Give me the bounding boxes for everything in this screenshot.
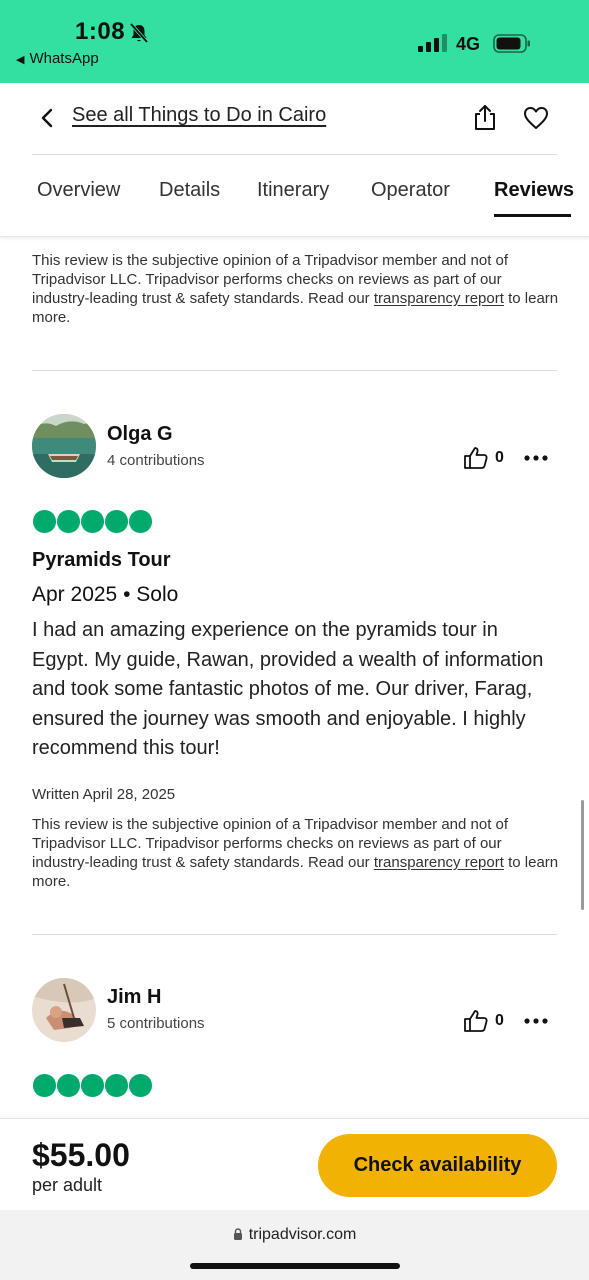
url-text: tripadvisor.com <box>248 1226 357 1243</box>
tab-overview[interactable]: Overview <box>37 179 120 202</box>
back-chevron-icon[interactable] <box>36 107 58 129</box>
more-options-icon[interactable] <box>524 455 548 461</box>
network-label: 4G <box>456 34 481 54</box>
written-date: Written April 28, 2025 <box>32 786 176 803</box>
more-options-icon[interactable] <box>524 1018 548 1024</box>
tab-itinerary[interactable]: Itinerary <box>257 179 329 202</box>
top-nav: See all Things to Do in Cairo <box>0 83 589 155</box>
helpful-count: 0 <box>495 449 504 466</box>
url-display[interactable]: tripadvisor.com <box>0 1226 589 1244</box>
helpful-count: 0 <box>495 1012 504 1029</box>
avatar-boat-image <box>32 414 96 478</box>
price: $55.00 <box>32 1137 130 1173</box>
heart-icon[interactable] <box>522 105 550 131</box>
scrollbar[interactable] <box>581 800 584 910</box>
avatar[interactable] <box>32 978 96 1042</box>
reviewer-name[interactable]: Jim H <box>107 986 161 1009</box>
back-app-label: WhatsApp <box>29 50 99 67</box>
home-indicator[interactable] <box>190 1263 400 1269</box>
status-bar: 1:08 ◀ WhatsApp 4G <box>0 0 589 83</box>
lock-icon <box>233 1228 242 1240</box>
clock: 1:08 <box>75 18 126 45</box>
avatar[interactable] <box>32 414 96 478</box>
transparency-report-link[interactable]: transparency report <box>374 290 504 307</box>
review-divider <box>32 370 557 371</box>
review-disclaimer: This review is the subjective opinion of… <box>32 815 562 891</box>
reviewer-name[interactable]: Olga G <box>107 423 173 446</box>
thumbs-up-icon[interactable] <box>463 446 489 470</box>
rating-bubbles <box>32 1074 152 1098</box>
contributions-count: 4 contributions <box>107 452 205 469</box>
browser-url-bar[interactable]: tripadvisor.com <box>0 1210 589 1280</box>
share-icon[interactable] <box>472 104 498 132</box>
bell-muted-icon <box>129 22 149 44</box>
thumbs-up-icon[interactable] <box>463 1009 489 1033</box>
rating-bubbles <box>32 510 152 534</box>
booking-bar: $55.00 per adult Check availability <box>0 1118 589 1210</box>
price-unit: per adult <box>32 1175 103 1195</box>
tab-reviews[interactable]: Reviews <box>494 179 574 202</box>
battery-icon <box>493 34 530 53</box>
signal-icon <box>418 34 448 52</box>
back-to-app[interactable]: ◀ WhatsApp <box>16 50 99 67</box>
review-body: I had an amazing experience on the pyram… <box>32 619 544 759</box>
back-triangle-icon: ◀ <box>16 54 25 66</box>
tab-details[interactable]: Details <box>159 179 220 202</box>
transparency-report-link[interactable]: transparency report <box>374 854 504 871</box>
contributions-count: 5 contributions <box>107 1015 205 1032</box>
see-all-link[interactable]: See all Things to Do in Cairo <box>72 104 326 127</box>
review-meta: Apr 2025 • Solo <box>32 583 179 606</box>
review-title[interactable]: Pyramids Tour <box>32 549 171 572</box>
tab-operator[interactable]: Operator <box>371 179 450 202</box>
review-divider <box>32 934 557 935</box>
check-availability-button[interactable]: Check availability <box>318 1134 557 1197</box>
avatar-person-image <box>32 978 96 1042</box>
active-tab-indicator <box>494 214 571 217</box>
section-tabs: Overview Details Itinerary Operator Revi… <box>0 155 589 237</box>
review-disclaimer: This review is the subjective opinion of… <box>32 251 562 327</box>
